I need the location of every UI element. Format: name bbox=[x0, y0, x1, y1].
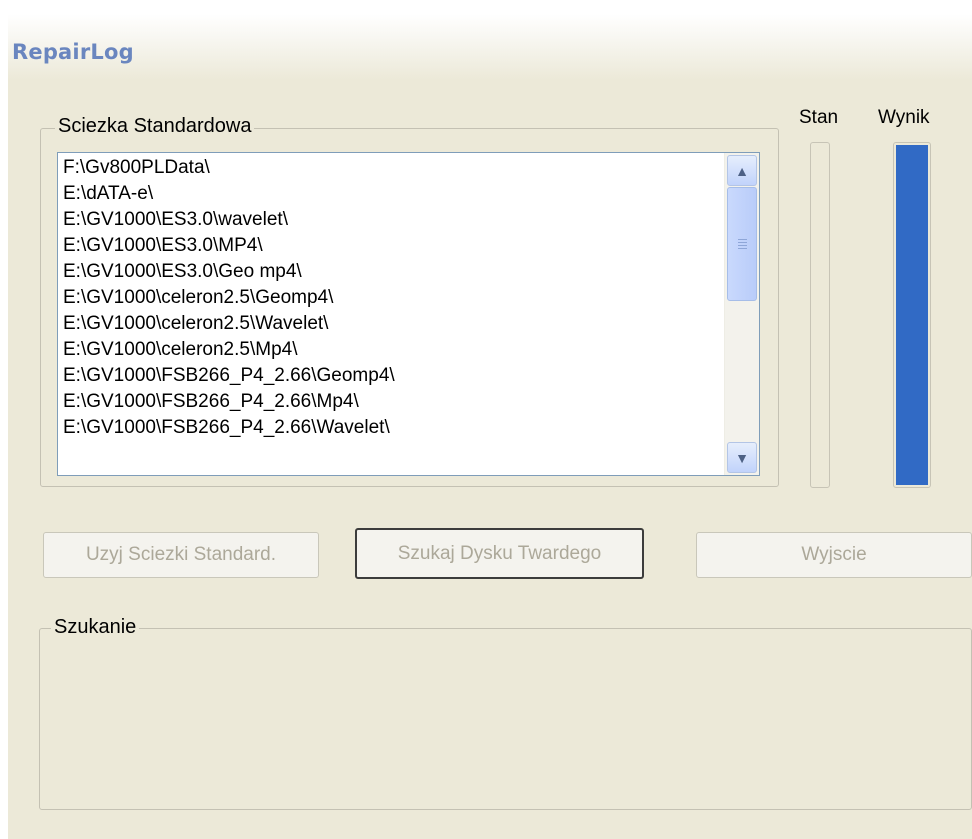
vertical-scrollbar[interactable]: ▲ ▼ bbox=[724, 153, 759, 475]
wynik-progress-bar bbox=[893, 142, 931, 488]
path-list-item[interactable]: F:\Gv800PLData\ bbox=[63, 155, 395, 181]
standard-path-list[interactable]: F:\Gv800PLData\ E:\dATA-e\ E:\GV1000\ES3.0… bbox=[57, 152, 760, 476]
stan-label: Stan bbox=[799, 107, 839, 128]
path-list-item[interactable]: E:\GV1000\FSB266_P4_2.66\Wavelet\ bbox=[63, 415, 395, 441]
path-list-item[interactable]: E:\GV1000\celeron2.5\Wavelet\ bbox=[63, 311, 395, 337]
wynik-label: Wynik bbox=[878, 107, 930, 128]
scroll-up-button[interactable]: ▲ bbox=[727, 155, 757, 186]
chevron-up-icon: ▲ bbox=[735, 162, 749, 179]
chevron-down-icon: ▼ bbox=[735, 449, 749, 466]
repairlog-window: RepairLog Sciezka Standardowa F:\Gv800PL… bbox=[8, 14, 972, 839]
path-list-item[interactable]: E:\GV1000\FSB266_P4_2.66\Mp4\ bbox=[63, 389, 395, 415]
scroll-thumb[interactable] bbox=[727, 187, 757, 301]
search-hard-disk-button[interactable]: Szukaj Dysku Twardego bbox=[355, 528, 644, 579]
scroll-down-button[interactable]: ▼ bbox=[727, 442, 757, 473]
stan-progress-bar bbox=[810, 142, 830, 488]
exit-button[interactable]: Wyjscie bbox=[696, 532, 972, 578]
wynik-progress-fill bbox=[896, 145, 928, 485]
path-list-item[interactable]: E:\GV1000\ES3.0\wavelet\ bbox=[63, 207, 395, 233]
window-title: RepairLog bbox=[12, 40, 134, 64]
search-group bbox=[39, 628, 972, 810]
path-list-item[interactable]: E:\GV1000\ES3.0\MP4\ bbox=[63, 233, 395, 259]
path-list-item[interactable]: E:\dATA-e\ bbox=[63, 181, 395, 207]
path-list-item[interactable]: E:\GV1000\FSB266_P4_2.66\Geomp4\ bbox=[63, 363, 395, 389]
path-list-item[interactable]: E:\GV1000\ES3.0\Geo mp4\ bbox=[63, 259, 395, 285]
use-standard-path-button[interactable]: Uzyj Sciezki Standard. bbox=[43, 532, 319, 578]
search-group-legend: Szukanie bbox=[51, 616, 140, 639]
path-list-item[interactable]: E:\GV1000\celeron2.5\Mp4\ bbox=[63, 337, 395, 363]
standard-path-legend: Sciezka Standardowa bbox=[55, 115, 255, 138]
path-list-item[interactable]: E:\GV1000\celeron2.5\Geomp4\ bbox=[63, 285, 395, 311]
title-bar[interactable]: RepairLog bbox=[8, 14, 972, 80]
path-list-items: F:\Gv800PLData\ E:\dATA-e\ E:\GV1000\ES3.0… bbox=[63, 155, 395, 441]
